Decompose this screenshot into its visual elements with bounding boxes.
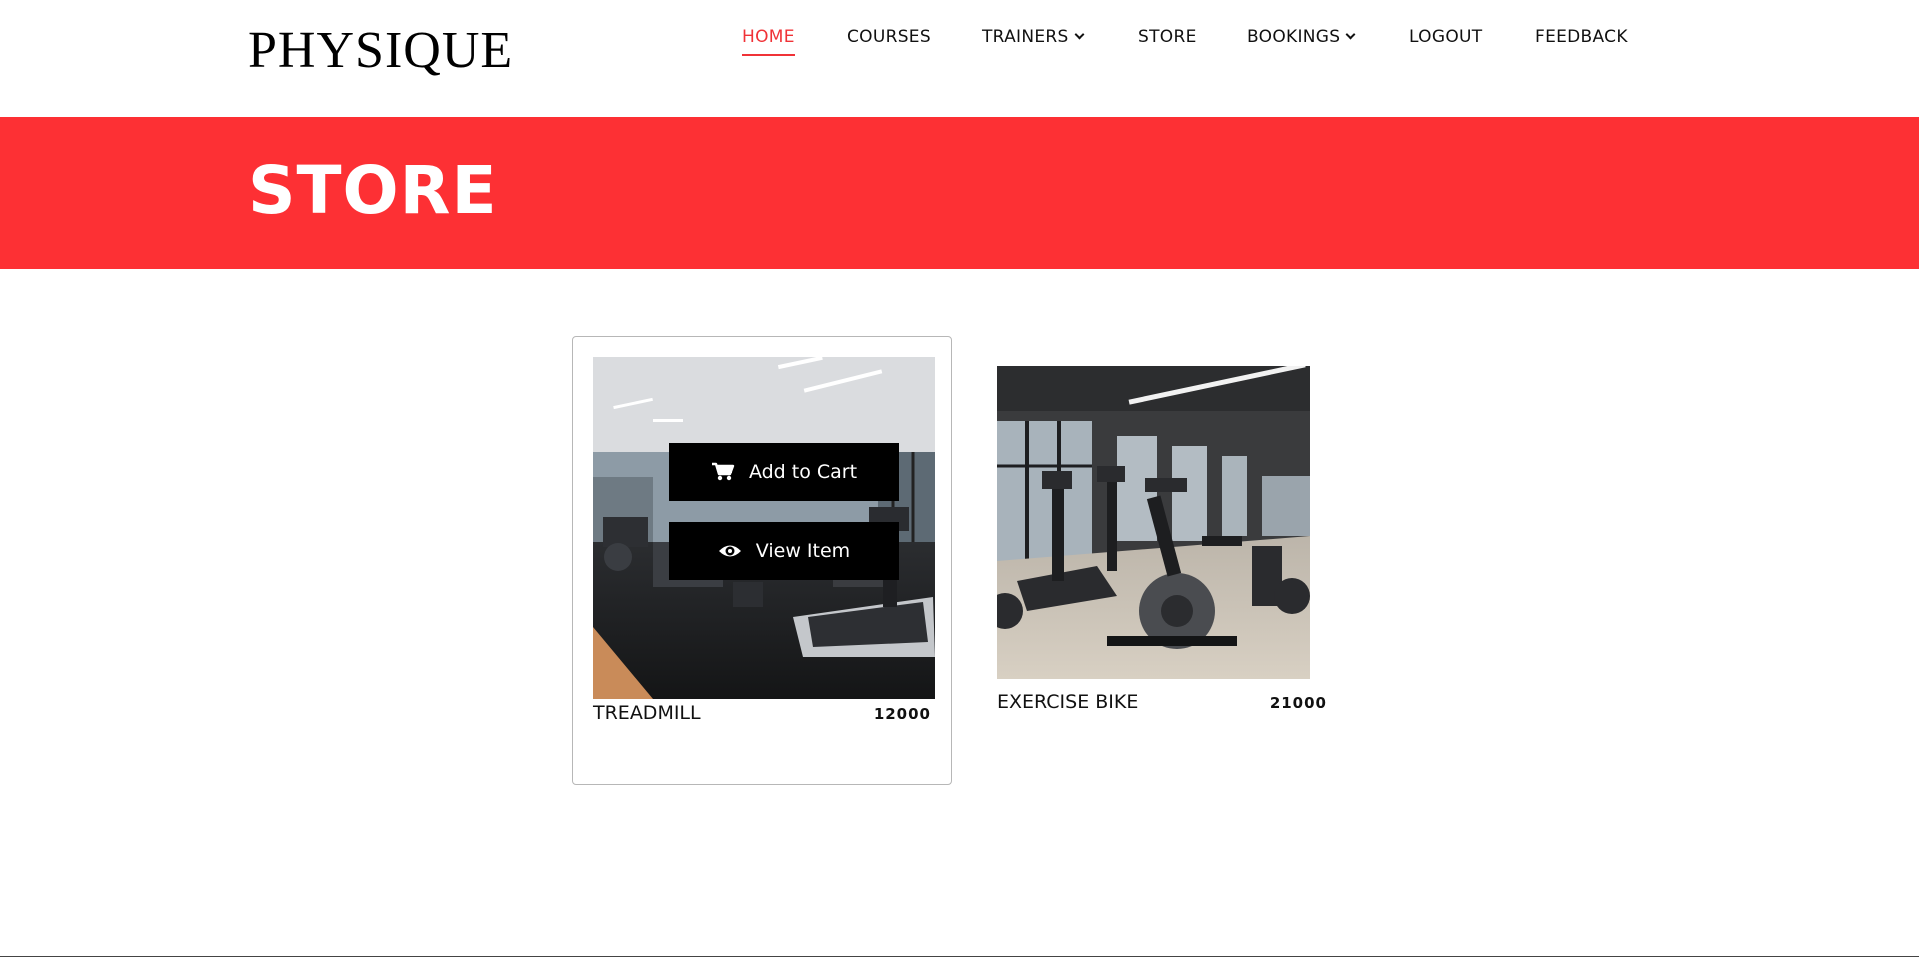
product-name: EXERCISE BIKE: [997, 691, 1139, 713]
chevron-down-icon: [1345, 29, 1356, 40]
gym-treadmill-photo[interactable]: Add to Cart View Item: [593, 357, 935, 699]
nav-store[interactable]: STORE: [1138, 24, 1197, 50]
main-nav: HOME COURSES TRAINERS STORE BOOKINGS LOG…: [0, 24, 1919, 64]
product-card-treadmill[interactable]: Add to Cart View Item TREADMILL 12000: [572, 336, 952, 785]
product-card-exercise-bike[interactable]: EXERCISE BIKE 21000: [997, 366, 1327, 726]
nav-trainers[interactable]: TRAINERS: [982, 24, 1085, 50]
add-to-cart-button[interactable]: Add to Cart: [669, 443, 899, 501]
nav-courses[interactable]: COURSES: [847, 24, 931, 50]
exercise-bike-image: [997, 366, 1310, 679]
eye-icon: [718, 545, 741, 557]
chevron-down-icon: [1074, 29, 1085, 40]
gym-exercise-bike-photo[interactable]: [997, 366, 1310, 679]
nav-bookings[interactable]: BOOKINGS: [1247, 24, 1356, 50]
nav-home[interactable]: HOME: [742, 24, 795, 56]
page-banner: STORE: [0, 117, 1919, 269]
cart-icon: [711, 462, 735, 481]
nav-bookings-label: BOOKINGS: [1247, 27, 1341, 47]
site-header: PHYSIQUE HOME COURSES TRAINERS STORE BOO…: [0, 0, 1919, 117]
view-item-button[interactable]: View Item: [669, 522, 899, 580]
nav-logout-label: LOGOUT: [1409, 27, 1483, 47]
product-price: 12000: [873, 705, 931, 723]
product-price: 21000: [1269, 694, 1327, 712]
nav-trainers-label: TRAINERS: [982, 27, 1069, 47]
view-item-label: View Item: [755, 540, 851, 562]
add-to-cart-label: Add to Cart: [748, 461, 858, 483]
page-title: STORE: [248, 152, 498, 229]
nav-feedback[interactable]: FEEDBACK: [1535, 24, 1628, 50]
nav-logout[interactable]: LOGOUT: [1409, 24, 1482, 50]
nav-courses-label: COURSES: [847, 27, 931, 47]
nav-feedback-label: FEEDBACK: [1535, 27, 1628, 47]
nav-store-label: STORE: [1138, 27, 1197, 47]
product-name: TREADMILL: [593, 702, 701, 724]
nav-home-label: HOME: [742, 27, 795, 47]
